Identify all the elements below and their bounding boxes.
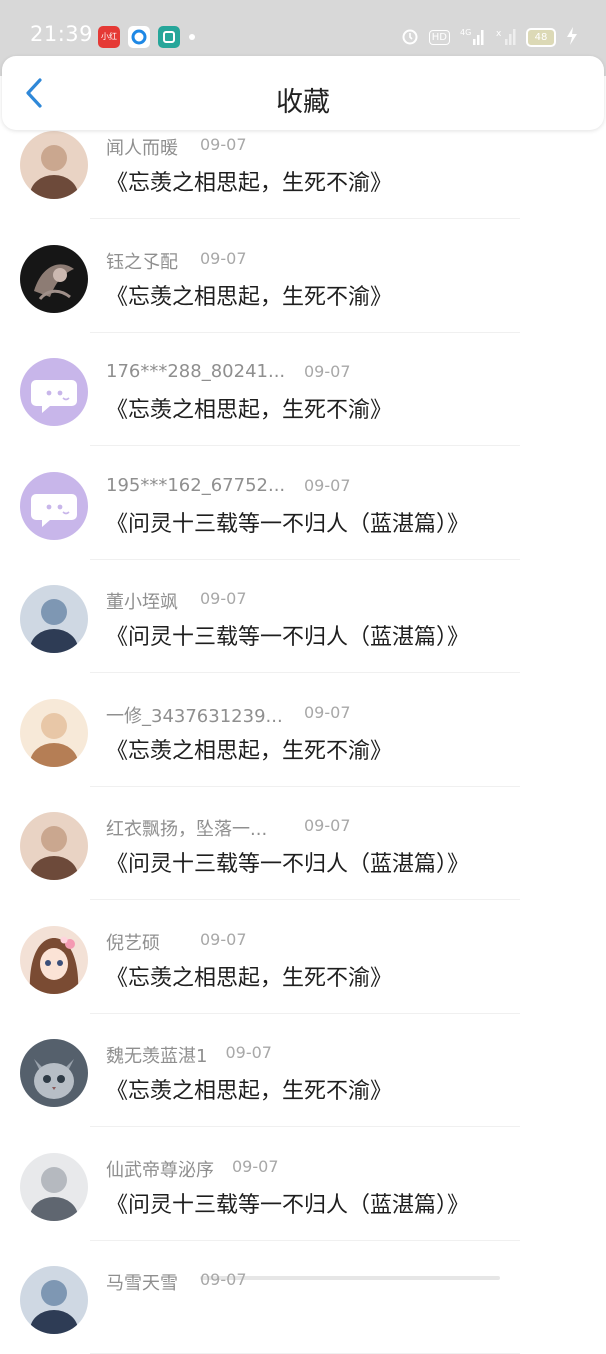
favorites-list: 闻人而暖 09-07 《忘羡之相思起，生死不渝》 钰之孓配 09-07 《忘羡之相思起，生… — [0, 86, 606, 1354]
svg-text:x: x — [496, 29, 502, 39]
app-icon-green — [158, 26, 180, 48]
alarm-icon — [401, 27, 419, 48]
header: 收藏 — [2, 56, 604, 130]
list-item[interactable]: 董小垤飒 09-07 《问灵十三载等一不归人（蓝湛篇）》 — [0, 540, 606, 673]
favorite-title[interactable]: 《忘羡之相思起，生死不渝》 — [106, 960, 392, 992]
avatar[interactable] — [20, 1039, 88, 1107]
item-date: 09-07 — [225, 1043, 272, 1062]
avatar[interactable] — [20, 244, 88, 313]
favorite-title[interactable]: 《问灵十三载等一不归人（蓝湛篇）》 — [106, 1187, 469, 1219]
app-icon-red: 小红书 — [98, 26, 120, 48]
avatar[interactable] — [20, 358, 88, 426]
author-name[interactable]: 董小垤飒 — [106, 588, 178, 614]
avatar[interactable] — [20, 471, 88, 540]
author-name[interactable]: 倪艺硕 — [106, 929, 160, 955]
author-name[interactable]: 魏无羡蓝湛1 — [106, 1042, 207, 1068]
author-name[interactable]: 176***288_80241... — [106, 361, 285, 382]
favorite-title[interactable]: 《忘羡之相思起，生死不渝》 — [106, 165, 392, 197]
list-item[interactable]: 倪艺硕 09-07 《忘羡之相思起，生死不渝》 — [0, 881, 606, 1014]
item-meta: 195***162_67752... 09-07 — [106, 475, 506, 501]
item-meta: 钰之孓配 09-07 — [106, 248, 506, 274]
no-signal-icon: x — [496, 27, 516, 48]
item-date: 09-07 — [200, 589, 247, 608]
avatar[interactable] — [20, 1152, 88, 1221]
item-date: 09-07 — [200, 929, 247, 949]
item-meta: 176***288_80241... 09-07 — [106, 361, 506, 387]
list-item[interactable]: 195***162_67752... 09-07 《问灵十三载等一不归人（蓝湛篇）》 — [0, 427, 606, 560]
author-name[interactable]: 仙武帝尊泌序 — [106, 1156, 214, 1182]
item-meta: 董小垤飒 09-07 — [106, 588, 506, 614]
favorite-title[interactable]: 《忘羡之相思起，生死不渝》 — [106, 1073, 392, 1105]
item-date: 09-07 — [200, 248, 247, 268]
avatar[interactable] — [20, 131, 88, 199]
item-meta: 闻人而暖 09-07 — [106, 134, 506, 160]
item-meta: 红衣飘扬，坠落一... 09-07 — [106, 815, 506, 841]
favorite-title[interactable]: 《问灵十三载等一不归人（蓝湛篇）》 — [106, 619, 469, 651]
item-meta: 马雪天雪 09-07 — [106, 1269, 506, 1295]
item-date: 09-07 — [304, 475, 351, 495]
author-name[interactable]: 195***162_67752... — [106, 475, 285, 496]
avatar[interactable] — [20, 925, 88, 994]
author-name[interactable]: 马雪天雪 — [106, 1269, 178, 1295]
item-date: 09-07 — [304, 702, 351, 722]
list-item[interactable]: 176***288_80241... 09-07 《忘羡之相思起，生死不渝》 — [0, 313, 606, 446]
avatar[interactable] — [20, 698, 88, 767]
item-date: 09-07 — [304, 816, 351, 835]
item-date: 09-07 — [304, 362, 351, 381]
author-name[interactable]: 钰之孓配 — [106, 248, 178, 274]
favorite-title[interactable]: 《问灵十三载等一不归人（蓝湛篇）》 — [106, 506, 469, 538]
favorite-title[interactable]: 《忘羡之相思起，生死不渝》 — [106, 392, 392, 424]
list-item[interactable]: 钰之孓配 09-07 《忘羡之相思起，生死不渝》 — [0, 200, 606, 333]
item-meta: 一修_3437631239... 09-07 — [106, 702, 506, 728]
avatar[interactable] — [20, 1266, 88, 1334]
hd-icon: HD — [428, 29, 450, 45]
svg-text:4G: 4G — [460, 28, 471, 37]
list-item[interactable]: 一修_3437631239... 09-07 《忘羡之相思起，生死不渝》 — [0, 654, 606, 787]
charging-icon — [566, 26, 578, 48]
app-icon-blue — [128, 26, 150, 48]
item-date: 09-07 — [200, 135, 247, 154]
status-time: 21:39 — [30, 22, 94, 46]
author-name[interactable]: 一修_3437631239... — [106, 702, 283, 728]
list-item[interactable]: 仙武帝尊泌序 09-07 《问灵十三载等一不归人（蓝湛篇）》 — [0, 1108, 606, 1241]
signal-icon: 4G — [460, 27, 486, 48]
item-date: 09-07 — [232, 1156, 279, 1176]
favorite-title[interactable]: 《问灵十三载等一不归人（蓝湛篇）》 — [106, 846, 469, 878]
author-name[interactable]: 红衣飘扬，坠落一... — [106, 815, 267, 841]
system-icons: HD 4G x 48 — [401, 24, 578, 50]
avatar[interactable] — [20, 585, 88, 653]
battery-icon: 48 — [526, 27, 556, 47]
avatar[interactable] — [20, 812, 88, 880]
favorite-title[interactable]: 《忘羡之相思起，生死不渝》 — [106, 733, 392, 765]
list-item[interactable]: 红衣飘扬，坠落一... 09-07 《问灵十三载等一不归人（蓝湛篇）》 — [0, 767, 606, 900]
list-item[interactable]: 魏无羡蓝湛1 09-07 《忘羡之相思起，生死不渝》 — [0, 994, 606, 1127]
item-meta: 魏无羡蓝湛1 09-07 — [106, 1042, 506, 1068]
page-title: 收藏 — [276, 87, 330, 118]
author-name[interactable]: 闻人而暖 — [106, 134, 178, 160]
list-item[interactable]: 马雪天雪 09-07 — [0, 1221, 606, 1354]
item-meta: 仙武帝尊泌序 09-07 — [106, 1156, 506, 1182]
notification-dot — [189, 34, 195, 40]
favorite-title[interactable]: 《忘羡之相思起，生死不渝》 — [106, 279, 392, 311]
item-meta: 倪艺硕 09-07 — [106, 929, 506, 955]
